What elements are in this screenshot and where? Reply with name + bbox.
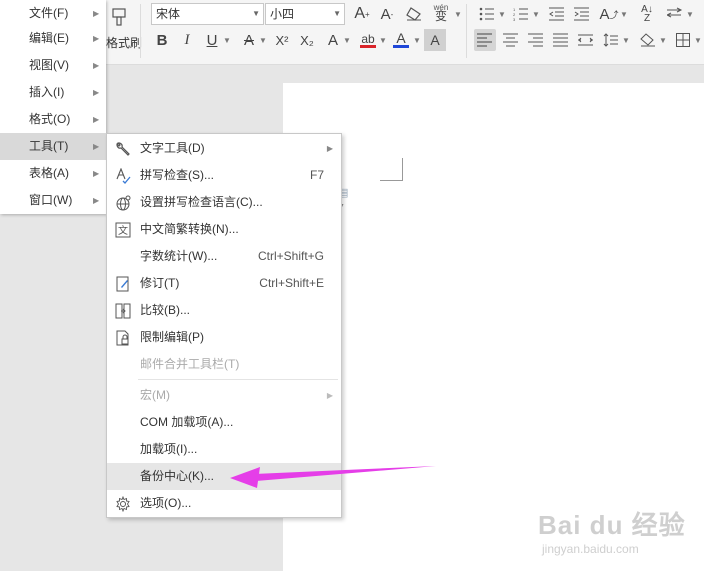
baidu-watermark: Bai du 经验 jingyan.baidu.com bbox=[538, 505, 686, 556]
annotation-arrow bbox=[230, 466, 436, 488]
watermark-brand: Bai du 经验 bbox=[538, 510, 686, 540]
watermark-url: jingyan.baidu.com bbox=[542, 542, 639, 556]
